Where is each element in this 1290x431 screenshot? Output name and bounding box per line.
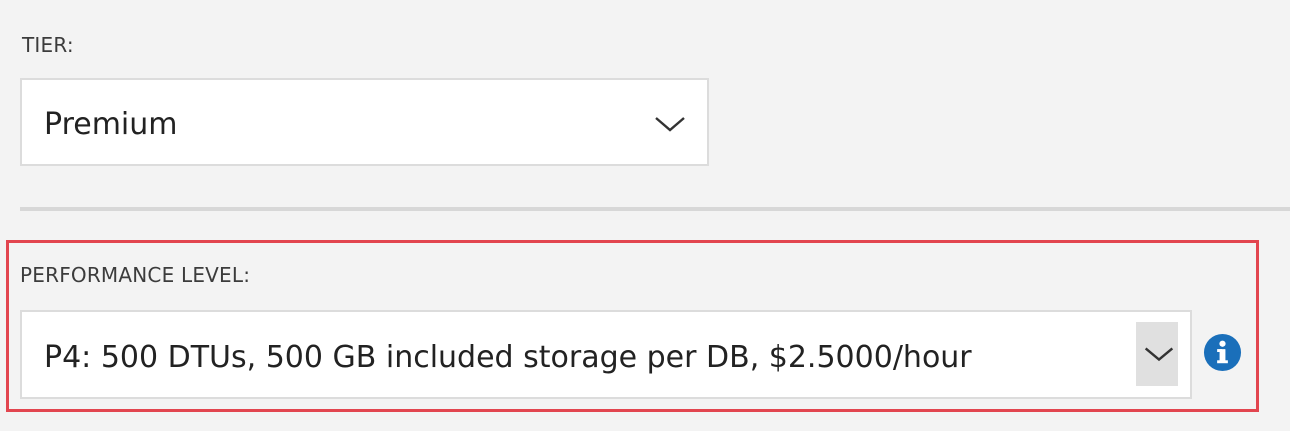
tier-label: TIER: bbox=[22, 33, 74, 57]
tier-selected-value: Premium bbox=[44, 107, 178, 142]
section-divider bbox=[20, 207, 1290, 211]
performance-level-dropdown[interactable]: P4: 500 DTUs, 500 GB included storage pe… bbox=[20, 310, 1192, 399]
performance-level-label: PERFORMANCE LEVEL: bbox=[20, 263, 251, 287]
pricing-settings-panel: TIER: Premium PERFORMANCE LEVEL: P4: 500… bbox=[0, 0, 1290, 431]
tier-dropdown[interactable]: Premium bbox=[20, 78, 709, 166]
chevron-down-icon bbox=[655, 117, 685, 132]
performance-level-selected-value: P4: 500 DTUs, 500 GB included storage pe… bbox=[44, 340, 972, 375]
info-icon[interactable] bbox=[1203, 333, 1242, 372]
chevron-down-icon bbox=[1144, 347, 1174, 362]
performance-dropdown-arrow-button[interactable] bbox=[1136, 322, 1178, 386]
